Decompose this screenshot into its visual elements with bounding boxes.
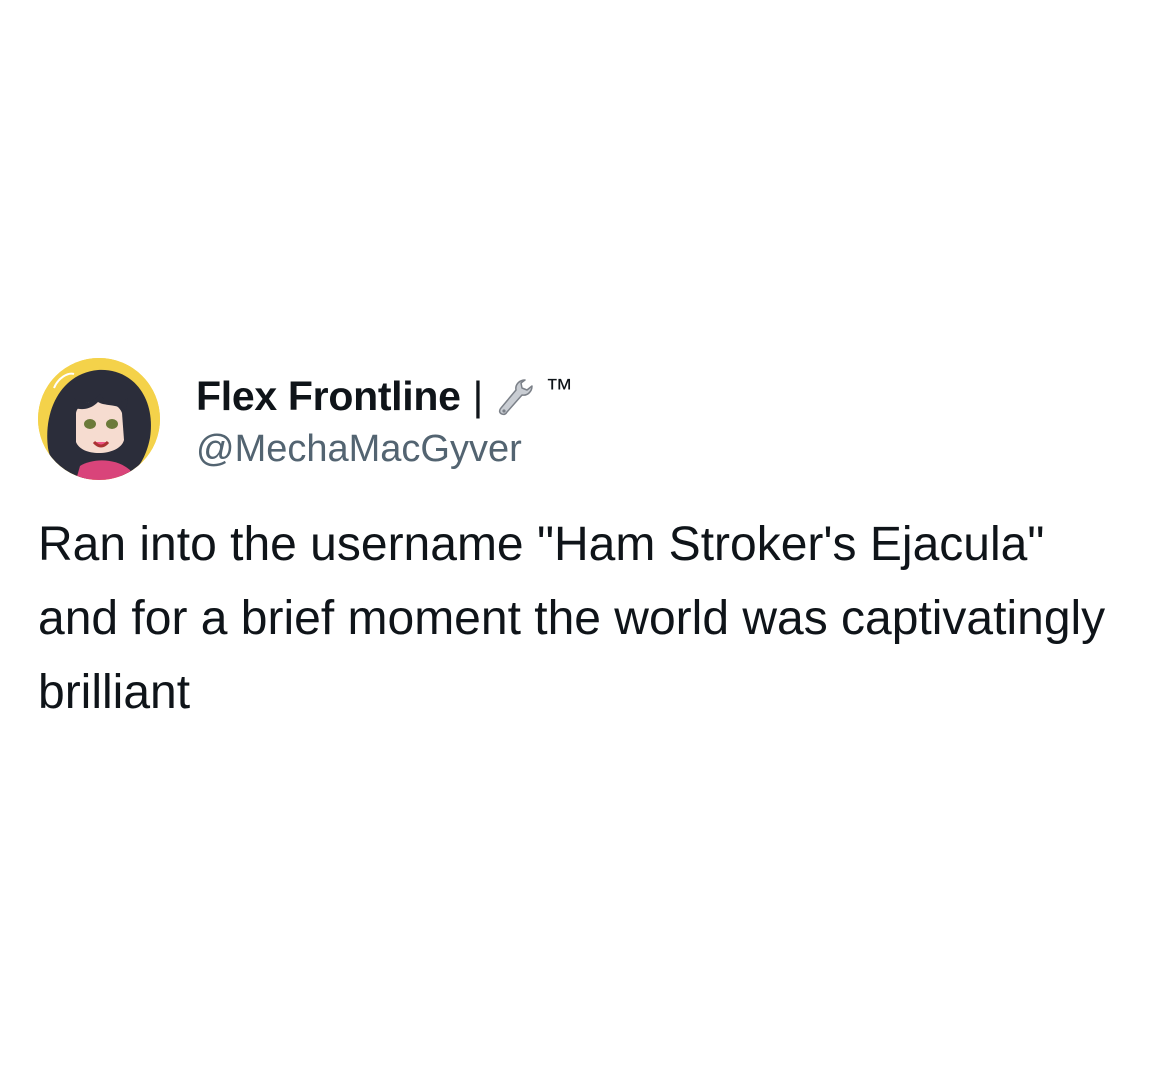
- avatar[interactable]: [38, 358, 160, 480]
- tweet-header: Flex Frontline | ™ @MechaMacGyver: [38, 358, 1138, 480]
- author-handle[interactable]: @MechaMacGyver: [196, 428, 573, 471]
- trademark-symbol: ™: [545, 372, 574, 404]
- display-name[interactable]: Flex Frontline: [196, 373, 461, 420]
- wrench-icon: [495, 376, 537, 418]
- display-name-row: Flex Frontline | ™: [196, 368, 573, 426]
- name-separator: |: [472, 373, 484, 419]
- author-names: Flex Frontline | ™ @MechaMacGyver: [196, 368, 573, 471]
- tweet-card[interactable]: Flex Frontline | ™ @MechaMacGyver Ran in…: [38, 358, 1138, 730]
- avatar-image: [38, 358, 160, 480]
- tweet-text: Ran into the username "Ham Stroker's Eja…: [38, 518, 1106, 719]
